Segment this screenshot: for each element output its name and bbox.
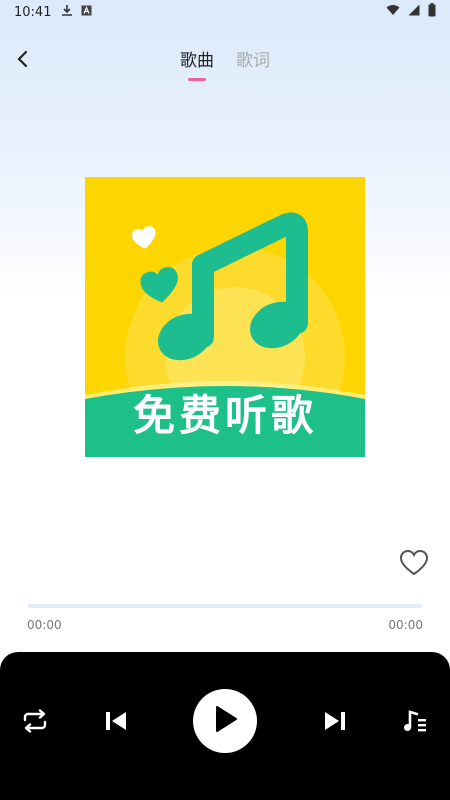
status-right-icons <box>386 3 436 21</box>
favorite-button[interactable] <box>399 549 429 577</box>
tab-songs[interactable]: 歌曲 <box>180 46 214 81</box>
repeat-button[interactable] <box>20 708 50 738</box>
play-icon <box>212 705 238 737</box>
battery-icon <box>428 3 436 21</box>
album-caption: 免费听歌 <box>132 391 317 440</box>
progress-bar[interactable] <box>28 604 422 608</box>
tab-lyrics-label: 歌词 <box>236 51 270 71</box>
playlist-icon <box>402 709 428 737</box>
heart-outline-icon <box>399 549 429 581</box>
repeat-icon <box>21 709 49 737</box>
text-a-icon <box>81 5 92 20</box>
signal-icon <box>408 4 420 20</box>
tab-indicator <box>188 78 206 81</box>
header: 歌曲 歌词 <box>0 36 450 86</box>
next-icon <box>323 710 347 736</box>
album-art: 免费听歌 <box>85 177 365 457</box>
playlist-button[interactable] <box>400 708 430 738</box>
previous-icon <box>104 710 128 736</box>
tab-songs-label: 歌曲 <box>180 51 214 71</box>
playback-controls <box>0 652 450 800</box>
download-icon <box>61 4 73 21</box>
next-button[interactable] <box>320 708 350 738</box>
wifi-icon <box>386 4 400 20</box>
tab-lyrics[interactable]: 歌词 <box>236 46 270 81</box>
status-bar: 10:41 <box>0 0 450 24</box>
status-time: 10:41 <box>14 4 52 20</box>
previous-button[interactable] <box>101 708 131 738</box>
total-time: 00:00 <box>388 618 423 632</box>
play-button[interactable] <box>193 689 257 753</box>
tabs: 歌曲 歌词 <box>0 46 450 81</box>
current-time: 00:00 <box>27 618 62 632</box>
status-left-icons <box>61 4 92 21</box>
